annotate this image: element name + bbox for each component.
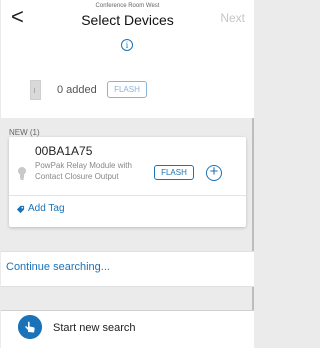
- start-new-search-label: Start new search: [53, 322, 136, 334]
- added-count: 0 added: [57, 84, 97, 96]
- next-button[interactable]: Next: [220, 11, 245, 25]
- continue-searching-button[interactable]: Continue searching...: [1, 251, 254, 287]
- new-section-label: NEW (1): [9, 128, 40, 137]
- add-tag-label: Add Tag: [28, 203, 65, 214]
- continue-searching-label: Continue searching...: [6, 261, 110, 273]
- room-subtitle: Conference Room West: [95, 3, 160, 9]
- lightbulb-icon: [18, 167, 26, 180]
- added-devices-row: 0 added FLASH: [1, 56, 254, 118]
- plus-icon: +: [209, 163, 219, 180]
- switch-device-icon: [30, 80, 41, 100]
- device-card: 00BA1A75 PowPak Relay Module with Contac…: [9, 137, 246, 227]
- app-screen: < Conference Room West Select Devices Ne…: [1, 0, 254, 348]
- device-description: PowPak Relay Module with Contact Closure…: [35, 161, 132, 181]
- info-row: i: [1, 36, 254, 56]
- header-bar: < Conference Room West Select Devices Ne…: [1, 0, 254, 37]
- add-device-button[interactable]: +: [206, 163, 222, 181]
- hand-pointer-icon: [18, 315, 42, 339]
- page-title: Select Devices: [81, 12, 174, 28]
- info-icon[interactable]: i: [121, 39, 133, 51]
- flash-button-disabled[interactable]: FLASH: [107, 81, 147, 98]
- flash-button[interactable]: FLASH: [154, 165, 194, 180]
- device-id: 00BA1A75: [35, 144, 93, 158]
- tag-icon: [16, 205, 25, 214]
- card-divider: [9, 195, 246, 196]
- start-new-search-button[interactable]: Start new search: [1, 310, 254, 348]
